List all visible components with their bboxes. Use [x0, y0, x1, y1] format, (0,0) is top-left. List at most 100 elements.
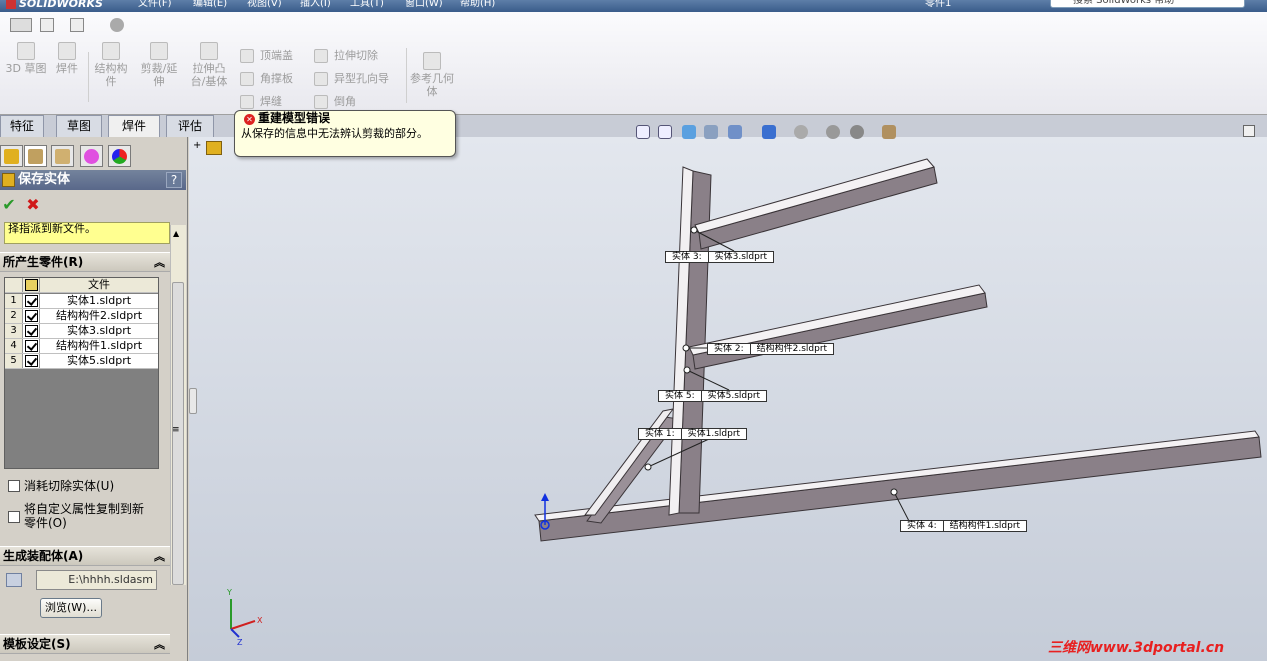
weld-bead-icon [240, 95, 254, 109]
copy-props-label[interactable]: 将自定义属性复制到新零件(O) [24, 502, 150, 530]
save-bodies-icon [2, 173, 15, 187]
tab-weldments[interactable]: 焊件 [108, 115, 160, 138]
structural-member-button[interactable]: 结构构件 [92, 42, 130, 88]
error-title: 重建模型错误 [258, 111, 331, 125]
reference-geometry-icon [423, 52, 441, 70]
body-callout-5[interactable]: 实体 5: 实体5.sldprt [658, 390, 768, 402]
extruded-boss-button[interactable]: 拉伸凸台/基体 [188, 42, 230, 88]
assembly-path-field[interactable]: E:\hhhh.sldasm [36, 570, 157, 590]
appearance-icon[interactable] [110, 18, 124, 32]
save-checkbox[interactable] [25, 295, 38, 307]
end-cap-icon [240, 49, 254, 63]
save-column-icon [25, 279, 38, 291]
copy-props-checkbox[interactable] [8, 511, 20, 523]
extruded-cut-button[interactable]: 拉伸切除 [312, 47, 402, 65]
triad-z-axis [230, 628, 240, 638]
display-manager-tab[interactable] [108, 145, 131, 167]
table-row[interactable]: 4 结构构件1.sldprt [5, 339, 158, 354]
trim-extend-icon [150, 42, 168, 60]
sketch-toolbar-icon[interactable] [10, 18, 32, 32]
collapse-chevron-icon[interactable]: ︽ [154, 547, 165, 566]
menu-window[interactable]: 窗口(W) [405, 0, 443, 11]
hole-wizard-icon [314, 72, 328, 86]
save-checkbox[interactable] [25, 355, 38, 367]
gusset-button[interactable]: 角撑板 [238, 70, 308, 88]
dimxpert-icon [84, 149, 99, 164]
table-row[interactable]: 2 结构构件2.sldprt [5, 309, 158, 324]
body-callout-3[interactable]: 实体 3: 实体3.sldprt [665, 251, 775, 263]
separator [88, 52, 89, 102]
splitter-grip-icon[interactable]: ≡ [172, 426, 180, 435]
brand-label: SOLIDWORKS [19, 0, 103, 10]
hole-wizard-button[interactable]: 异型孔向导 [312, 70, 402, 88]
weldment-icon [58, 42, 76, 60]
scroll-up-icon[interactable]: ▲ [173, 229, 179, 238]
error-message: 从保存的信息中无法辨认剪裁的部分。 [241, 127, 428, 140]
app-logo: SOLIDWORKS [0, 0, 103, 12]
origin-arrow [541, 493, 549, 501]
section-resulting-parts[interactable]: 所产生零件(R) ︽ [0, 252, 170, 272]
consume-cut-checkbox[interactable] [8, 480, 20, 492]
file-column-header: 文件 [39, 278, 158, 292]
menu-help[interactable]: 帮助(H) [460, 0, 495, 11]
body-callout-4[interactable]: 实体 4: 结构构件1.sldprt [900, 520, 1028, 532]
featuremanager-tab[interactable] [0, 145, 23, 167]
trim-extend-button[interactable]: 剪裁/延伸 [136, 42, 182, 88]
weld-bead-button[interactable]: 焊缝 [238, 93, 308, 111]
reference-geometry-button[interactable]: 参考几何体 [410, 52, 454, 98]
table-row[interactable]: 5 实体5.sldprt [5, 354, 158, 369]
section-template-settings[interactable]: 模板设定(S) ︽ [0, 634, 170, 654]
leader-anchor [644, 463, 652, 471]
menu-file[interactable]: 文件(F) [138, 0, 172, 11]
end-cap-button[interactable]: 顶端盖 [238, 47, 308, 65]
save-checkbox[interactable] [25, 310, 38, 322]
table-row[interactable]: 1 实体1.sldprt [5, 294, 158, 309]
gusset-icon [240, 72, 254, 86]
dimxpert-tab[interactable] [80, 145, 103, 167]
body-callout-2[interactable]: 实体 2: 结构构件2.sldprt [707, 343, 835, 355]
help-search-input[interactable]: 搜索 SolidWorks 帮助 [1050, 0, 1245, 8]
pm-message: 择指派到新文件。 [4, 222, 170, 244]
browse-button[interactable]: 浏览(W)... [40, 598, 102, 618]
task-pane-toggle-icon[interactable] [1243, 125, 1255, 137]
chamfer-button[interactable]: 倒角 [312, 93, 402, 111]
leader-anchor [682, 344, 690, 352]
save-checkbox[interactable] [25, 340, 38, 352]
menu-edit[interactable]: 编辑(E) [193, 0, 227, 11]
beam-middle[interactable] [692, 292, 988, 370]
display-manager-icon [112, 149, 127, 164]
section-make-assembly[interactable]: 生成装配体(A) ︽ [0, 546, 170, 566]
ok-button[interactable]: ✔ [0, 196, 18, 214]
tab-sketch[interactable]: 草图 [56, 115, 102, 137]
tab-features[interactable]: 特征 [0, 115, 44, 137]
save-checkbox[interactable] [25, 325, 38, 337]
document-title: 零件1 [925, 0, 952, 9]
menu-insert[interactable]: 插入(I) [300, 0, 331, 11]
pm-title: 保存实体 [0, 170, 186, 190]
cancel-button[interactable]: ✖ [24, 196, 42, 214]
watermark: 三维网www.3dportal.cn [1048, 640, 1225, 656]
menu-tools[interactable]: 工具(T) [350, 0, 384, 11]
menu-view[interactable]: 视图(V) [247, 0, 282, 11]
help-button[interactable]: ? [166, 172, 182, 188]
collapse-chevron-icon[interactable]: ︽ [154, 253, 165, 272]
triad-x-axis [230, 620, 256, 630]
3d-sketch-button[interactable]: 3D 草图 [4, 42, 48, 75]
leader-anchor [683, 366, 691, 374]
consume-cut-label[interactable]: 消耗切除实体(U) [24, 479, 164, 493]
tab-evaluate[interactable]: 评估 [166, 115, 214, 137]
configurationmanager-tab[interactable] [51, 145, 74, 167]
structural-member-icon [102, 42, 120, 60]
beam-upper-top-face [694, 158, 935, 234]
propertymanager-tab[interactable] [24, 145, 47, 167]
extruded-boss-icon [200, 42, 218, 60]
beam-upper[interactable] [698, 166, 938, 250]
collapse-chevron-icon[interactable]: ︽ [154, 635, 165, 654]
cursor-icon[interactable] [40, 18, 54, 32]
select-arrow-icon[interactable] [70, 18, 84, 32]
table-row[interactable]: 3 实体3.sldprt [5, 324, 158, 339]
3d-sketch-icon [17, 42, 35, 60]
weldment-button[interactable]: 焊件 [50, 42, 84, 75]
body-callout-1[interactable]: 实体 1: 实体1.sldprt [638, 428, 748, 440]
triad-x-label: X [257, 616, 263, 625]
